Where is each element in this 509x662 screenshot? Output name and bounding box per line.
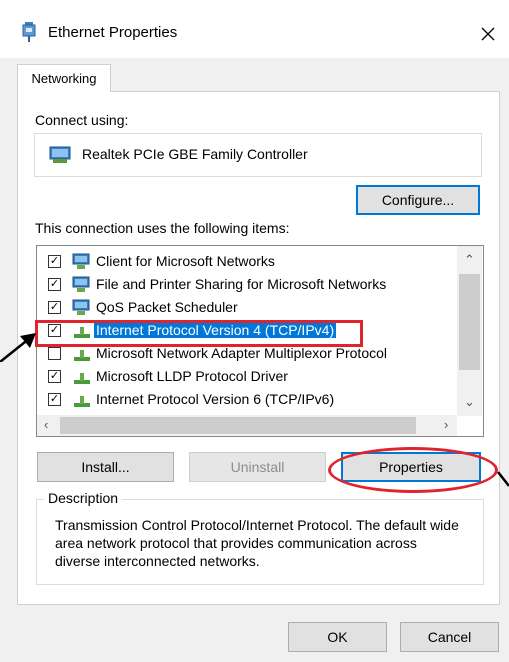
list-item-multiplexor[interactable]: Microsoft Network Adapter Multiplexor Pr…: [37, 343, 457, 365]
network-service-icon: [72, 276, 90, 292]
scroll-up-icon[interactable]: ⌃: [464, 252, 475, 268]
tab-networking[interactable]: Networking: [17, 64, 111, 92]
adapter-name: Realtek PCIe GBE Family Controller: [82, 146, 308, 162]
network-service-icon: [72, 299, 90, 315]
list-item-ipv6[interactable]: ✓ Internet Protocol Version 6 (TCP/IPv6): [37, 389, 457, 411]
item-label-multiplexor: Microsoft Network Adapter Multiplexor Pr…: [96, 345, 387, 361]
checkbox-ipv4[interactable]: ✓: [48, 324, 61, 337]
protocol-icon: [74, 373, 90, 384]
item-label-ipv4: Internet Protocol Version 4 (TCP/IPv4): [94, 322, 337, 338]
window-title: Ethernet Properties: [48, 24, 178, 41]
checkbox-client-networks[interactable]: ✓: [48, 255, 61, 268]
network-client-icon: [72, 253, 90, 269]
item-label-qos-scheduler: QoS Packet Scheduler: [96, 299, 238, 315]
items-label: This connection uses the following items…: [35, 220, 290, 236]
adapter-field: Realtek PCIe GBE Family Controller: [34, 133, 482, 177]
checkbox-file-printer-sharing[interactable]: ✓: [48, 278, 61, 291]
checkbox-ipv6[interactable]: ✓: [48, 393, 61, 406]
list-item-lldp[interactable]: ✓ Microsoft LLDP Protocol Driver: [37, 366, 457, 388]
install-button[interactable]: Install...: [37, 452, 174, 482]
protocol-icon: [74, 327, 90, 338]
cancel-button[interactable]: Cancel: [400, 622, 499, 652]
item-label-file-printer-sharing: File and Printer Sharing for Microsoft N…: [96, 276, 387, 292]
item-label-lldp: Microsoft LLDP Protocol Driver: [96, 368, 288, 384]
horizontal-scroll-thumb[interactable]: [60, 417, 416, 434]
scroll-right-icon[interactable]: ›: [444, 417, 448, 432]
close-button[interactable]: [470, 16, 506, 52]
list-item-file-printer-sharing[interactable]: ✓ File and Printer Sharing for Microsoft…: [37, 274, 457, 296]
list-item-qos-scheduler[interactable]: ✓ QoS Packet Scheduler: [37, 297, 457, 319]
right-annotation-arrow-icon: [497, 471, 509, 487]
scroll-down-icon[interactable]: ⌄: [464, 394, 475, 410]
items-list[interactable]: ✓ Client for Microsoft Networks ✓ File a…: [36, 245, 484, 437]
properties-window: Ethernet Properties Networking Connect u…: [0, 0, 509, 662]
checkbox-qos-scheduler[interactable]: ✓: [48, 301, 61, 314]
description-text: Transmission Control Protocol/Internet P…: [55, 517, 459, 569]
uninstall-button[interactable]: Uninstall: [189, 452, 326, 482]
list-item-ipv4[interactable]: ✓ Internet Protocol Version 4 (TCP/IPv4): [37, 320, 457, 342]
checkbox-multiplexor[interactable]: [48, 347, 61, 360]
ethernet-port-icon: [22, 22, 36, 42]
network-adapter-icon: [49, 146, 71, 163]
scroll-left-icon[interactable]: ‹: [44, 417, 48, 432]
protocol-icon: [74, 396, 90, 407]
close-icon: [481, 27, 495, 41]
connect-using-label: Connect using:: [35, 112, 129, 128]
left-annotation-arrow-icon: [0, 333, 36, 362]
item-label-client-networks: Client for Microsoft Networks: [96, 253, 275, 269]
configure-button[interactable]: Configure...: [356, 185, 480, 215]
list-item-client-networks[interactable]: ✓ Client for Microsoft Networks: [37, 251, 457, 273]
checkbox-lldp[interactable]: ✓: [48, 370, 61, 383]
ok-button[interactable]: OK: [288, 622, 387, 652]
item-label-ipv6: Internet Protocol Version 6 (TCP/IPv6): [96, 391, 335, 407]
description-legend: Description: [44, 490, 123, 506]
properties-button[interactable]: Properties: [341, 452, 481, 482]
vertical-scroll-thumb[interactable]: [459, 274, 480, 370]
title-bar: Ethernet Properties: [0, 0, 509, 58]
protocol-icon: [74, 350, 90, 361]
